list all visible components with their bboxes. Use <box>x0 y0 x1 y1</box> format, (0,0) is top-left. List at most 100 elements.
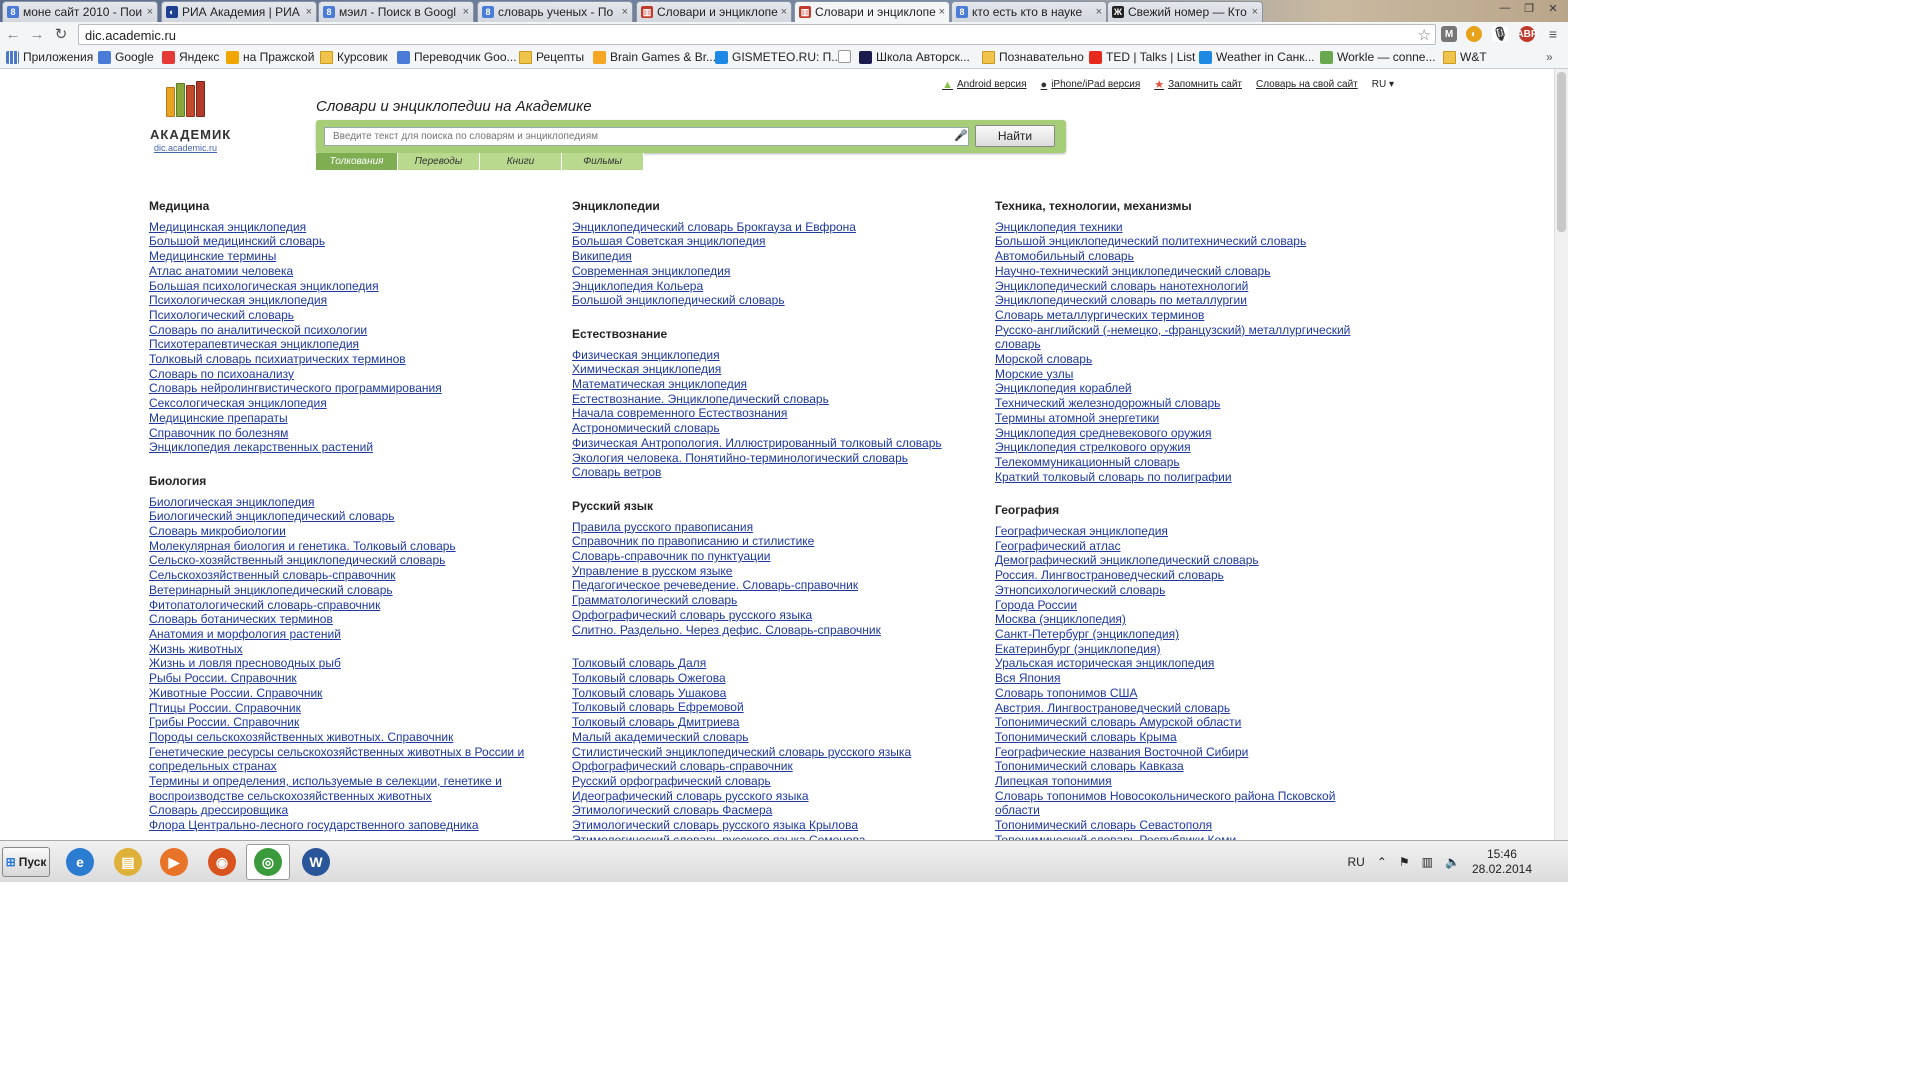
dictionary-link[interactable]: Топонимический словарь Севастополя <box>995 818 1375 833</box>
dictionary-link[interactable]: Жизнь и ловля пресноводных рыб <box>149 656 539 671</box>
back-arrow-icon[interactable]: ← <box>4 25 22 43</box>
dictionary-link[interactable]: Города России <box>995 598 1375 613</box>
dictionary-link[interactable]: Правила русского правописания <box>572 520 972 535</box>
dictionary-link[interactable]: Топонимический словарь Амурской области <box>995 715 1375 730</box>
reload-icon[interactable]: ↻ <box>52 25 70 43</box>
browser-tab[interactable]: 8 словарь ученых - По × <box>477 1 633 22</box>
tray-expand-icon[interactable]: ⌃ <box>1377 855 1387 869</box>
tab-close-icon[interactable]: × <box>622 6 628 18</box>
taskbar-app[interactable]: ▶ <box>152 844 196 880</box>
dictionary-link[interactable]: Термины атомной энергетики <box>995 411 1375 426</box>
dictionary-link[interactable]: Атлас анатомии человека <box>149 264 539 279</box>
dictionary-link[interactable]: Фитопатологический словарь-справочник <box>149 598 539 613</box>
dictionary-link[interactable]: Толковый словарь Ожегова <box>572 671 972 686</box>
dictionary-link[interactable]: Австрия. Лингвострановедческий словарь <box>995 701 1375 716</box>
dictionary-link[interactable]: Большой энциклопедический словарь <box>572 293 972 308</box>
dictionary-link[interactable]: Орфографический словарь-справочник <box>572 759 972 774</box>
dictionary-link[interactable]: Географические названия Восточной Сибири <box>995 745 1375 760</box>
browser-tab[interactable]: 8 мэил - Поиск в Googl × <box>318 1 474 22</box>
search-tab[interactable]: Переводы <box>398 153 480 170</box>
dictionary-link[interactable]: Медицинская энциклопедия <box>149 220 539 235</box>
minimize-icon[interactable]: — <box>1494 0 1516 16</box>
forward-arrow-icon[interactable]: → <box>28 25 46 43</box>
dictionary-link[interactable]: Естествознание. Энциклопедический словар… <box>572 392 972 407</box>
dictionary-link[interactable]: Генетические ресурсы сельскохозяйственны… <box>149 745 539 774</box>
bookmark-item[interactable]: Workle — conne... <box>1320 50 1435 64</box>
dictionary-link[interactable]: Словарь по психоанализу <box>149 367 539 382</box>
search-input[interactable] <box>324 127 969 146</box>
bookmark-item[interactable]: Weather in Санк... <box>1199 50 1315 64</box>
dictionary-link[interactable]: Санкт-Петербург (энциклопедия) <box>995 627 1375 642</box>
top-link[interactable]: ▲ Android версия <box>942 78 1026 91</box>
bookmark-item[interactable]: Приложения <box>6 50 93 64</box>
bookmark-item[interactable]: Brain Games & Br... <box>593 50 716 64</box>
dictionary-link[interactable]: Толковый словарь психиатрических термино… <box>149 352 539 367</box>
browser-tab[interactable]: ▥ Словари и энциклопе × <box>794 1 950 22</box>
dictionary-link[interactable]: Малый академический словарь <box>572 730 972 745</box>
taskbar-app[interactable]: W <box>294 844 338 880</box>
dictionary-link[interactable]: Психотерапевтическая энциклопедия <box>149 337 539 352</box>
dictionary-link[interactable]: Энциклопедия кораблей <box>995 381 1375 396</box>
search-tab[interactable]: Толкования <box>316 153 398 170</box>
dictionary-link[interactable]: Словарь ветров <box>572 465 972 480</box>
browser-tab[interactable]: 8 кто есть кто в науке × <box>951 1 1107 22</box>
dictionary-link[interactable]: Орфографический словарь русского языка <box>572 608 972 623</box>
dictionary-link[interactable]: Большая Советская энциклопедия <box>572 234 972 249</box>
tab-close-icon[interactable]: × <box>939 6 945 18</box>
dictionary-link[interactable]: Сельскохозяйственный словарь-справочник <box>149 568 539 583</box>
dictionary-link[interactable]: Топонимический словарь Кавказа <box>995 759 1375 774</box>
dictionary-link[interactable]: Топонимический словарь Республики Коми <box>995 833 1375 840</box>
browser-tab[interactable]: 8 моне сайт 2010 - Пои × <box>2 1 158 22</box>
dictionary-link[interactable]: Морской словарь <box>995 352 1375 367</box>
dictionary-link[interactable]: Научно-технический энциклопедический сло… <box>995 264 1375 279</box>
adblock-icon[interactable]: ABP <box>1516 26 1538 42</box>
dictionary-link[interactable]: Сексологическая энциклопедия <box>149 396 539 411</box>
dictionary-link[interactable]: Словарь нейролингвистического программир… <box>149 381 539 396</box>
dictionary-link[interactable]: Энциклопедия стрелкового оружия <box>995 440 1375 455</box>
bookmark-item[interactable]: TED | Talks | List <box>1089 50 1195 64</box>
dictionary-link[interactable]: Этимологический словарь русского языка К… <box>572 818 972 833</box>
page-scrollbar[interactable] <box>1554 69 1568 840</box>
dictionary-link[interactable]: Морские узлы <box>995 367 1375 382</box>
dictionary-link[interactable]: Справочник по болезням <box>149 426 539 441</box>
dictionary-link[interactable]: Автомобильный словарь <box>995 249 1375 264</box>
start-button[interactable]: ⊞ Пуск <box>2 847 50 877</box>
chrome-menu-icon[interactable]: ≡ <box>1545 26 1561 42</box>
bookmarks-overflow-icon[interactable]: » <box>1546 50 1553 64</box>
dictionary-link[interactable]: Большая психологическая энциклопедия <box>149 279 539 294</box>
dictionary-link[interactable]: Топонимический словарь Крыма <box>995 730 1375 745</box>
tab-close-icon[interactable]: × <box>463 6 469 18</box>
dictionary-link[interactable]: Ветеринарный энциклопедический словарь <box>149 583 539 598</box>
dictionary-link[interactable]: Химическая энциклопедия <box>572 362 972 377</box>
dictionary-link[interactable]: Справочник по правописанию и стилистике <box>572 534 972 549</box>
dictionary-link[interactable]: Толковый словарь Даля <box>572 656 972 671</box>
dictionary-link[interactable]: Термины и определения, используемые в се… <box>149 774 539 803</box>
volume-icon[interactable]: 🔈 <box>1445 855 1460 869</box>
dictionary-link[interactable]: Современная энциклопедия <box>572 264 972 279</box>
dictionary-link[interactable]: Медицинские термины <box>149 249 539 264</box>
dictionary-link[interactable]: Краткий толковый словарь по полиграфии <box>995 470 1375 485</box>
search-tab[interactable]: Фильмы <box>562 153 644 170</box>
dictionary-link[interactable]: Словарь дрессировщика <box>149 803 539 818</box>
dictionary-link[interactable]: Птицы России. Справочник <box>149 701 539 716</box>
address-bar[interactable]: dic.academic.ru ☆ <box>78 24 1436 45</box>
dictionary-link[interactable]: Этимологический словарь Фасмера <box>572 803 972 818</box>
dictionary-link[interactable]: Стилистический энциклопедический словарь… <box>572 745 972 760</box>
dictionary-link[interactable]: Словарь-справочник по пунктуации <box>572 549 972 564</box>
tab-close-icon[interactable]: × <box>781 6 787 18</box>
dictionary-link[interactable]: Физическая Антропология. Иллюстрированны… <box>572 436 972 451</box>
taskbar-app[interactable]: ▤ <box>106 844 150 880</box>
bookmark-item[interactable]: W&T <box>1443 50 1487 64</box>
dictionary-link[interactable]: Россия. Лингвострановедческий словарь <box>995 568 1375 583</box>
dictionary-link[interactable]: Большой медицинский словарь <box>149 234 539 249</box>
gmail-icon[interactable]: M <box>1441 26 1457 42</box>
bookmark-item[interactable]: на Пражской <box>226 50 314 64</box>
browser-tab[interactable]: ◐ РИА Академия | РИА Н × <box>161 1 317 22</box>
dictionary-link[interactable]: Словарь ботанических терминов <box>149 612 539 627</box>
bookmark-item[interactable]: Познавательно <box>982 50 1084 64</box>
dictionary-link[interactable]: Энциклопедия техники <box>995 220 1375 235</box>
dictionary-link[interactable]: Москва (энциклопедия) <box>995 612 1375 627</box>
dictionary-link[interactable]: Породы сельскохозяйственных животных. Сп… <box>149 730 539 745</box>
dictionary-link[interactable]: Математическая энциклопедия <box>572 377 972 392</box>
dictionary-link[interactable]: Екатеринбург (энциклопедия) <box>995 642 1375 657</box>
